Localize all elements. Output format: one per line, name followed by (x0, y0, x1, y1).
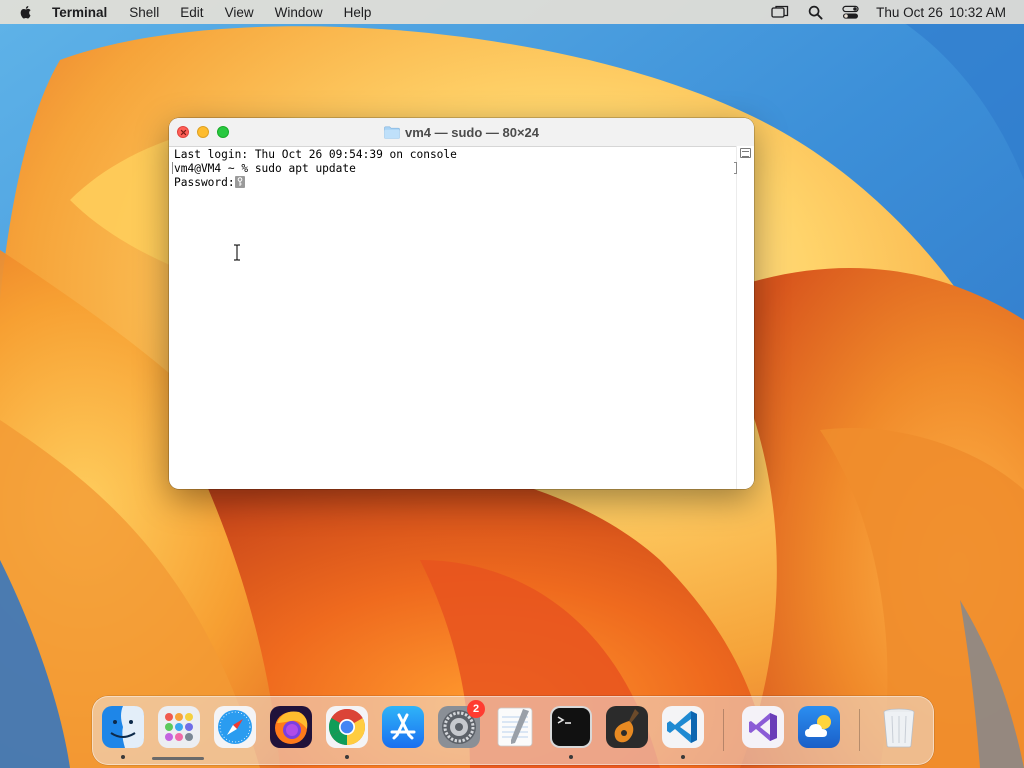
menu-app-name[interactable]: Terminal (52, 5, 107, 20)
clock-time: 10:32 AM (948, 4, 1006, 20)
apple-logo-icon[interactable] (18, 4, 34, 20)
menu-shell[interactable]: Shell (129, 5, 159, 20)
screen-mirroring-icon[interactable] (771, 4, 789, 20)
secure-input-key-icon (234, 176, 245, 188)
dock-terminal[interactable] (549, 705, 593, 759)
dock-weather[interactable] (797, 705, 841, 749)
app-store-icon (382, 706, 424, 748)
dock-system-settings[interactable]: 2 (437, 700, 485, 749)
chrome-icon (326, 706, 368, 748)
terminal-line-last-login: Last login: Thu Oct 26 09:54:39 on conso… (174, 148, 457, 161)
menu-window[interactable]: Window (275, 5, 323, 20)
dock-app-store[interactable] (381, 705, 425, 749)
dock: 2 (92, 696, 934, 765)
dock-launchpad[interactable] (157, 705, 201, 749)
clock-date: Thu Oct 26 (876, 4, 943, 20)
dock-firefox[interactable] (269, 705, 313, 749)
visual-studio-icon (742, 706, 784, 748)
ibeam-cursor-icon (234, 244, 240, 261)
dock-separator (859, 709, 860, 751)
scrollbar-track[interactable] (736, 146, 754, 489)
garageband-icon (606, 706, 648, 748)
menu-edit[interactable]: Edit (180, 5, 203, 20)
vscode-icon (662, 706, 704, 748)
tab-overview-icon[interactable] (740, 148, 751, 158)
safari-icon (214, 706, 256, 748)
password-prompt: Password: (174, 176, 235, 189)
window-title-text: vm4 — sudo — 80×24 (404, 124, 540, 140)
dock-hover-indicator (152, 757, 204, 760)
terminal-window[interactable]: vm4 — sudo — 80×24 Last login: Thu Oct 2… (169, 118, 754, 489)
running-indicator (121, 755, 125, 759)
dock-separator (723, 709, 724, 751)
menu-view[interactable]: View (225, 5, 254, 20)
dock-visual-studio[interactable] (741, 705, 785, 749)
running-indicator (345, 755, 349, 759)
launchpad-icon (158, 706, 200, 748)
terminal-line-command: vm4@VM4 ~ % sudo apt update (174, 162, 356, 175)
dock-chrome[interactable] (325, 705, 369, 759)
menu-bar-clock[interactable]: Thu Oct 26 10:32 AM (876, 5, 1006, 20)
finder-icon (102, 706, 144, 748)
weather-icon (798, 706, 840, 748)
terminal-icon (550, 706, 592, 748)
folder-icon (384, 126, 400, 139)
running-indicator (569, 755, 573, 759)
window-titlebar[interactable]: vm4 — sudo — 80×24 (169, 118, 754, 147)
running-indicator (681, 755, 685, 759)
dock-finder[interactable] (101, 705, 145, 759)
textedit-icon (497, 707, 533, 747)
trash-icon (883, 708, 915, 748)
notification-badge: 2 (467, 700, 485, 718)
terminal-line-password: Password: (174, 176, 734, 190)
menu-bar: Terminal Shell Edit View Window Help Thu… (0, 0, 1024, 24)
terminal-output[interactable]: Last login: Thu Oct 26 09:54:39 on conso… (174, 148, 734, 190)
spotlight-search-icon[interactable] (806, 4, 824, 20)
line-mark-icon (172, 162, 173, 174)
bookmark-bracket-icon (734, 162, 737, 174)
dock-textedit[interactable] (493, 705, 537, 749)
dock-vscode[interactable] (661, 705, 705, 759)
control-center-icon[interactable] (841, 4, 859, 20)
firefox-icon (270, 706, 312, 748)
dock-garageband[interactable] (605, 705, 649, 749)
dock-trash[interactable] (877, 705, 921, 749)
window-title: vm4 — sudo — 80×24 (169, 118, 754, 146)
menu-help[interactable]: Help (344, 5, 372, 20)
dock-safari[interactable] (213, 705, 257, 749)
